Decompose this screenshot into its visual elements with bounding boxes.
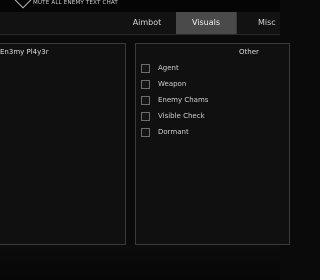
player-name-preview: En3my Pl4y3r [0,48,49,56]
weapon-label: Weapon [158,80,187,88]
agent-checkbox[interactable] [141,64,150,73]
tab-misc[interactable]: Misc [258,12,298,34]
visible-check-checkbox[interactable] [141,112,150,121]
tab-visuals[interactable]: Visuals [176,12,236,34]
tab-separator [236,12,237,34]
enemy-chams-label: Enemy Chams [158,96,209,104]
enemy-chams-checkbox[interactable] [141,96,150,105]
diamond-icon [14,0,32,9]
bottom-area [0,245,280,280]
cheat-menu-window: MUTE ALL ENEMY TEXT CHAT Aimbot Visuals … [0,0,290,280]
dormant-label: Dormant [158,128,189,136]
dormant-checkbox[interactable] [141,128,150,137]
weapon-checkbox[interactable] [141,80,150,89]
other-options-panel [135,43,290,245]
mute-enemy-chat-label[interactable]: MUTE ALL ENEMY TEXT CHAT [33,0,118,6]
visible-check-label: Visible Check [158,112,205,120]
tab-aimbot[interactable]: Aimbot [118,12,176,34]
esp-preview-panel [0,43,126,245]
top-bar: MUTE ALL ENEMY TEXT CHAT [0,0,280,12]
other-panel-title: Other [239,48,259,56]
agent-label: Agent [158,64,179,72]
